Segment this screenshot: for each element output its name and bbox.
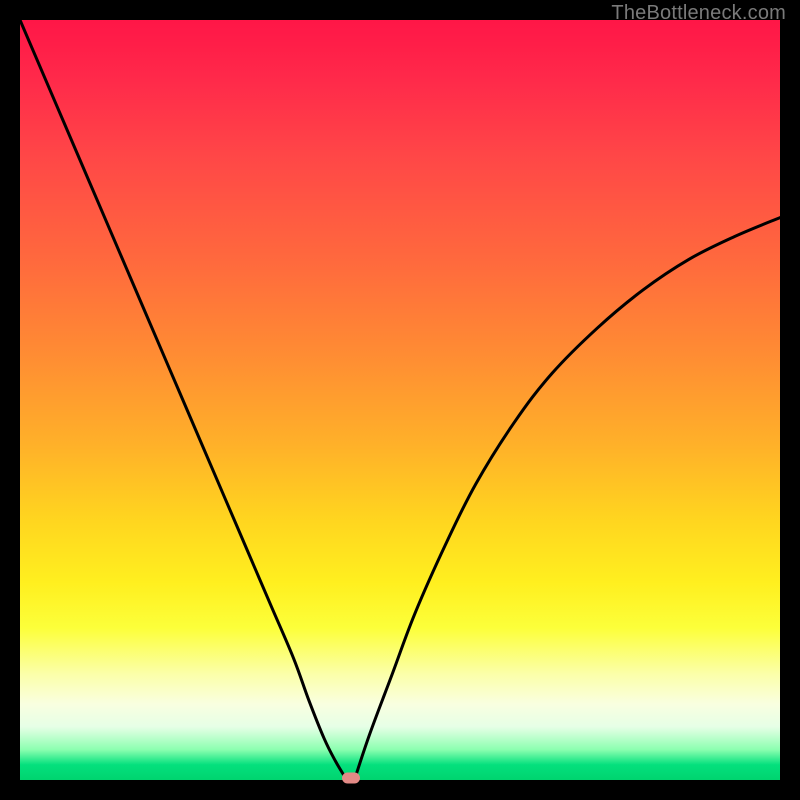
chart-frame: TheBottleneck.com — [0, 0, 800, 800]
bottleneck-curve — [20, 20, 780, 780]
optimal-point-marker — [342, 772, 360, 783]
plot-area — [20, 20, 780, 780]
